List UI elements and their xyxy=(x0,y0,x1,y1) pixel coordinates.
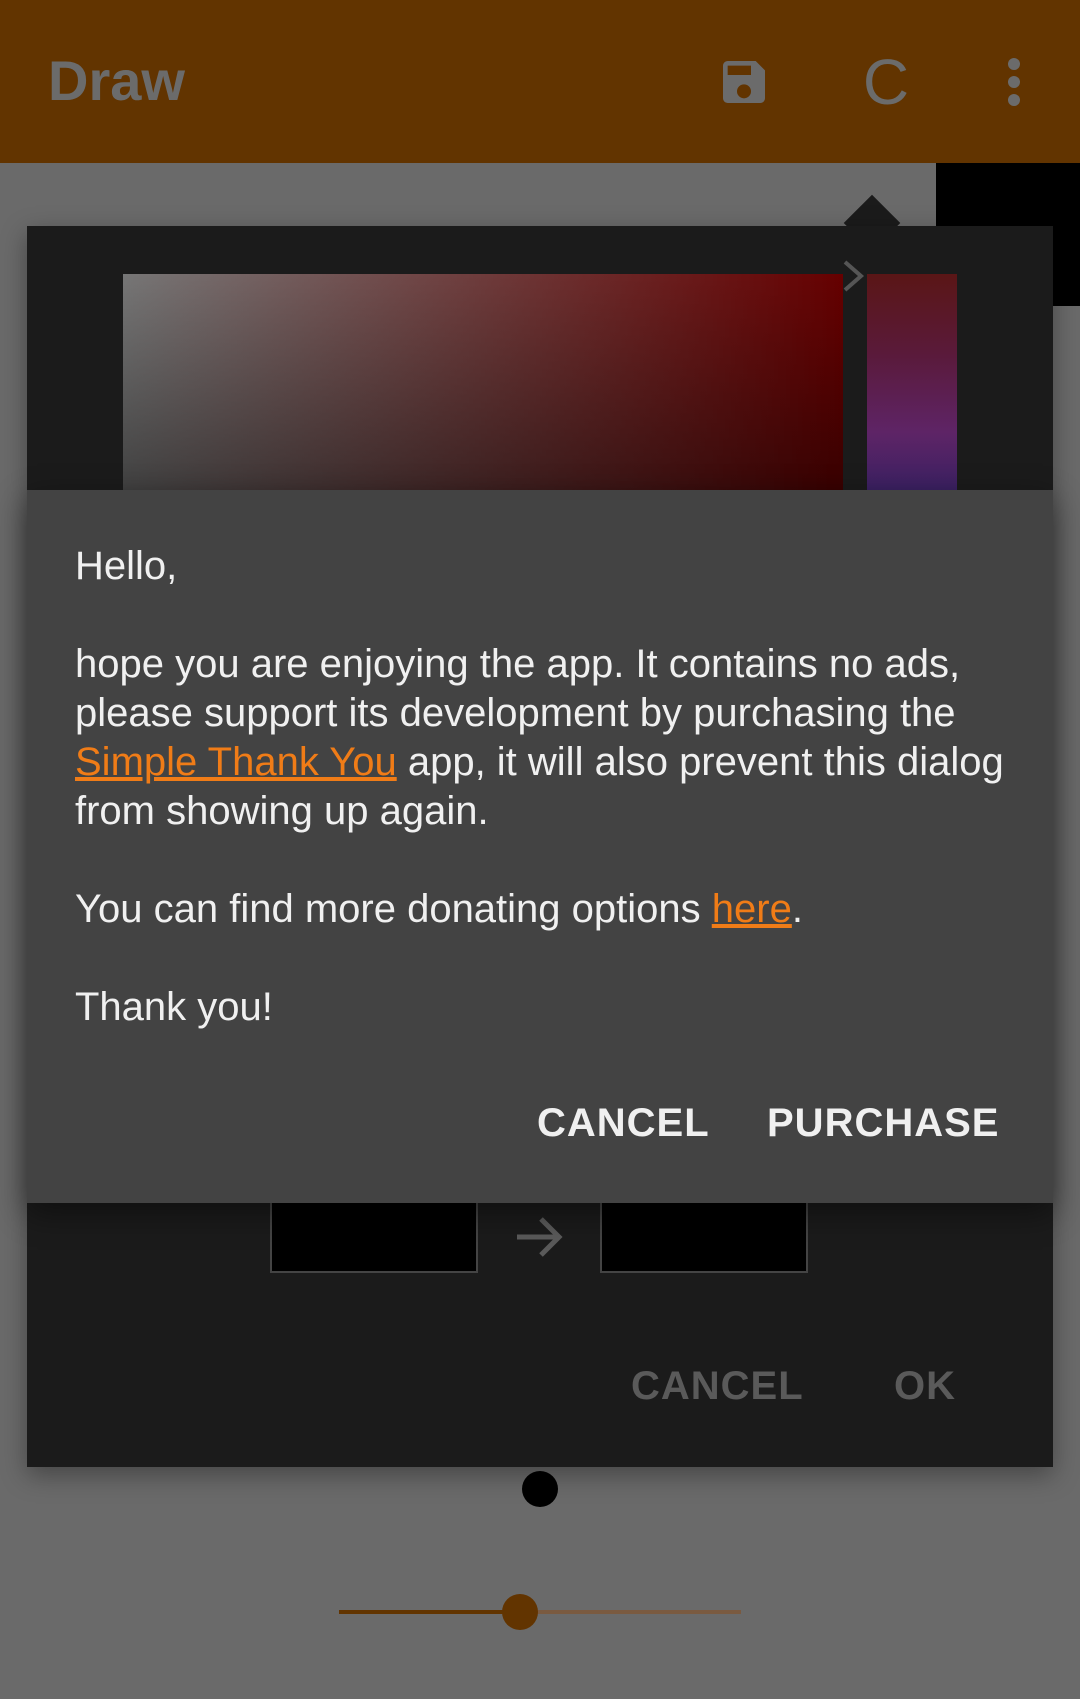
purchase-button[interactable]: PURCHASE xyxy=(767,1098,999,1148)
picker-ok-button[interactable]: OK xyxy=(894,1361,956,1411)
donate-text-end: . xyxy=(791,887,803,931)
more-vert-icon xyxy=(1008,58,1020,106)
here-link[interactable]: here xyxy=(712,887,792,931)
new-color-swatch xyxy=(600,1201,808,1273)
simple-thank-you-link[interactable]: Simple Thank You xyxy=(75,740,397,784)
picker-cancel-button[interactable]: CANCEL xyxy=(631,1361,804,1411)
brush-size-preview xyxy=(522,1471,558,1507)
brush-size-slider[interactable] xyxy=(339,1594,741,1630)
donate-options-paragraph: You can find more donating options here. xyxy=(75,885,1015,934)
slider-fill xyxy=(339,1610,520,1614)
donate-cancel-button[interactable]: CANCEL xyxy=(537,1098,710,1148)
thanks-text: Thank you! xyxy=(75,985,273,1029)
arrow-right-icon xyxy=(517,1217,563,1257)
save-button[interactable] xyxy=(700,40,788,124)
save-icon xyxy=(723,61,765,103)
greeting-text: Hello, xyxy=(75,544,178,588)
old-color-swatch xyxy=(270,1201,478,1273)
slider-thumb[interactable] xyxy=(501,1594,538,1630)
donation-dialog: Hello, hope you are enjoying the app. It… xyxy=(27,490,1053,1203)
donate-text-start: You can find more donating options xyxy=(75,887,712,931)
app-title: Draw xyxy=(48,49,185,112)
chevron-right-icon xyxy=(843,260,865,292)
support-paragraph: hope you are enjoying the app. It contai… xyxy=(75,640,1015,836)
app-toolbar: Draw C xyxy=(0,0,1080,163)
more-options-button[interactable] xyxy=(990,40,1038,124)
donation-message: Hello, hope you are enjoying the app. It… xyxy=(75,542,1015,1032)
support-text-start: hope you are enjoying the app. It contai… xyxy=(75,642,961,735)
clear-button[interactable]: C xyxy=(846,40,926,124)
